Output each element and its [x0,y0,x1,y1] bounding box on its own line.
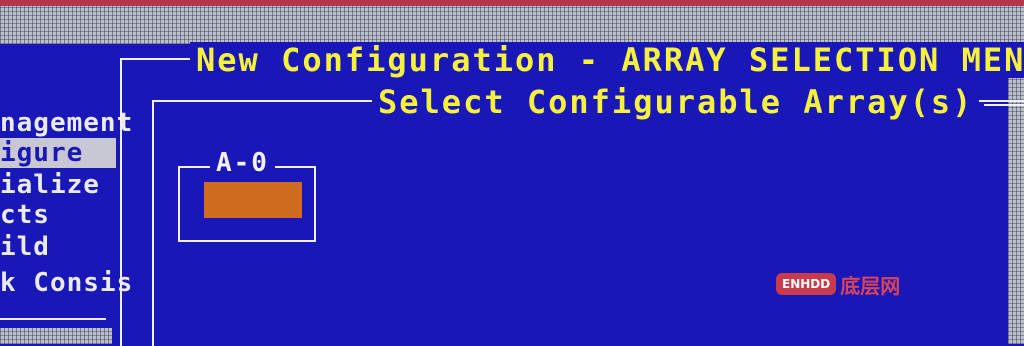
watermark: ENHDD 底层网 [776,270,900,298]
menu-item-configure[interactable]: igure [0,138,116,168]
background-pattern-bottom-left [0,328,112,344]
menu-item-check-consistency[interactable]: k Consis [0,268,133,298]
menu-item-initialize[interactable]: ialize [0,170,100,200]
menu-item-rebuild[interactable]: ild [0,232,50,262]
watermark-text: 底层网 [840,273,901,298]
background-pattern-top [0,6,1024,44]
watermark-badge: ENHDD [776,273,837,295]
main-menu-panel: nagement igure ialize cts ild k Consis [0,44,132,328]
menu-item-objects[interactable]: cts [0,200,50,230]
subwindow-title-line [984,104,1024,106]
subwindow-title: Select Configurable Array(s) [372,84,980,120]
menu-item-management[interactable]: nagement [0,108,133,138]
menu-divider [0,318,106,320]
window-title: New Configuration - ARRAY SELECTION MENU… [190,42,1024,78]
array-a0-label: A-0 [210,148,275,178]
array-a0-drive-block[interactable] [204,182,302,218]
